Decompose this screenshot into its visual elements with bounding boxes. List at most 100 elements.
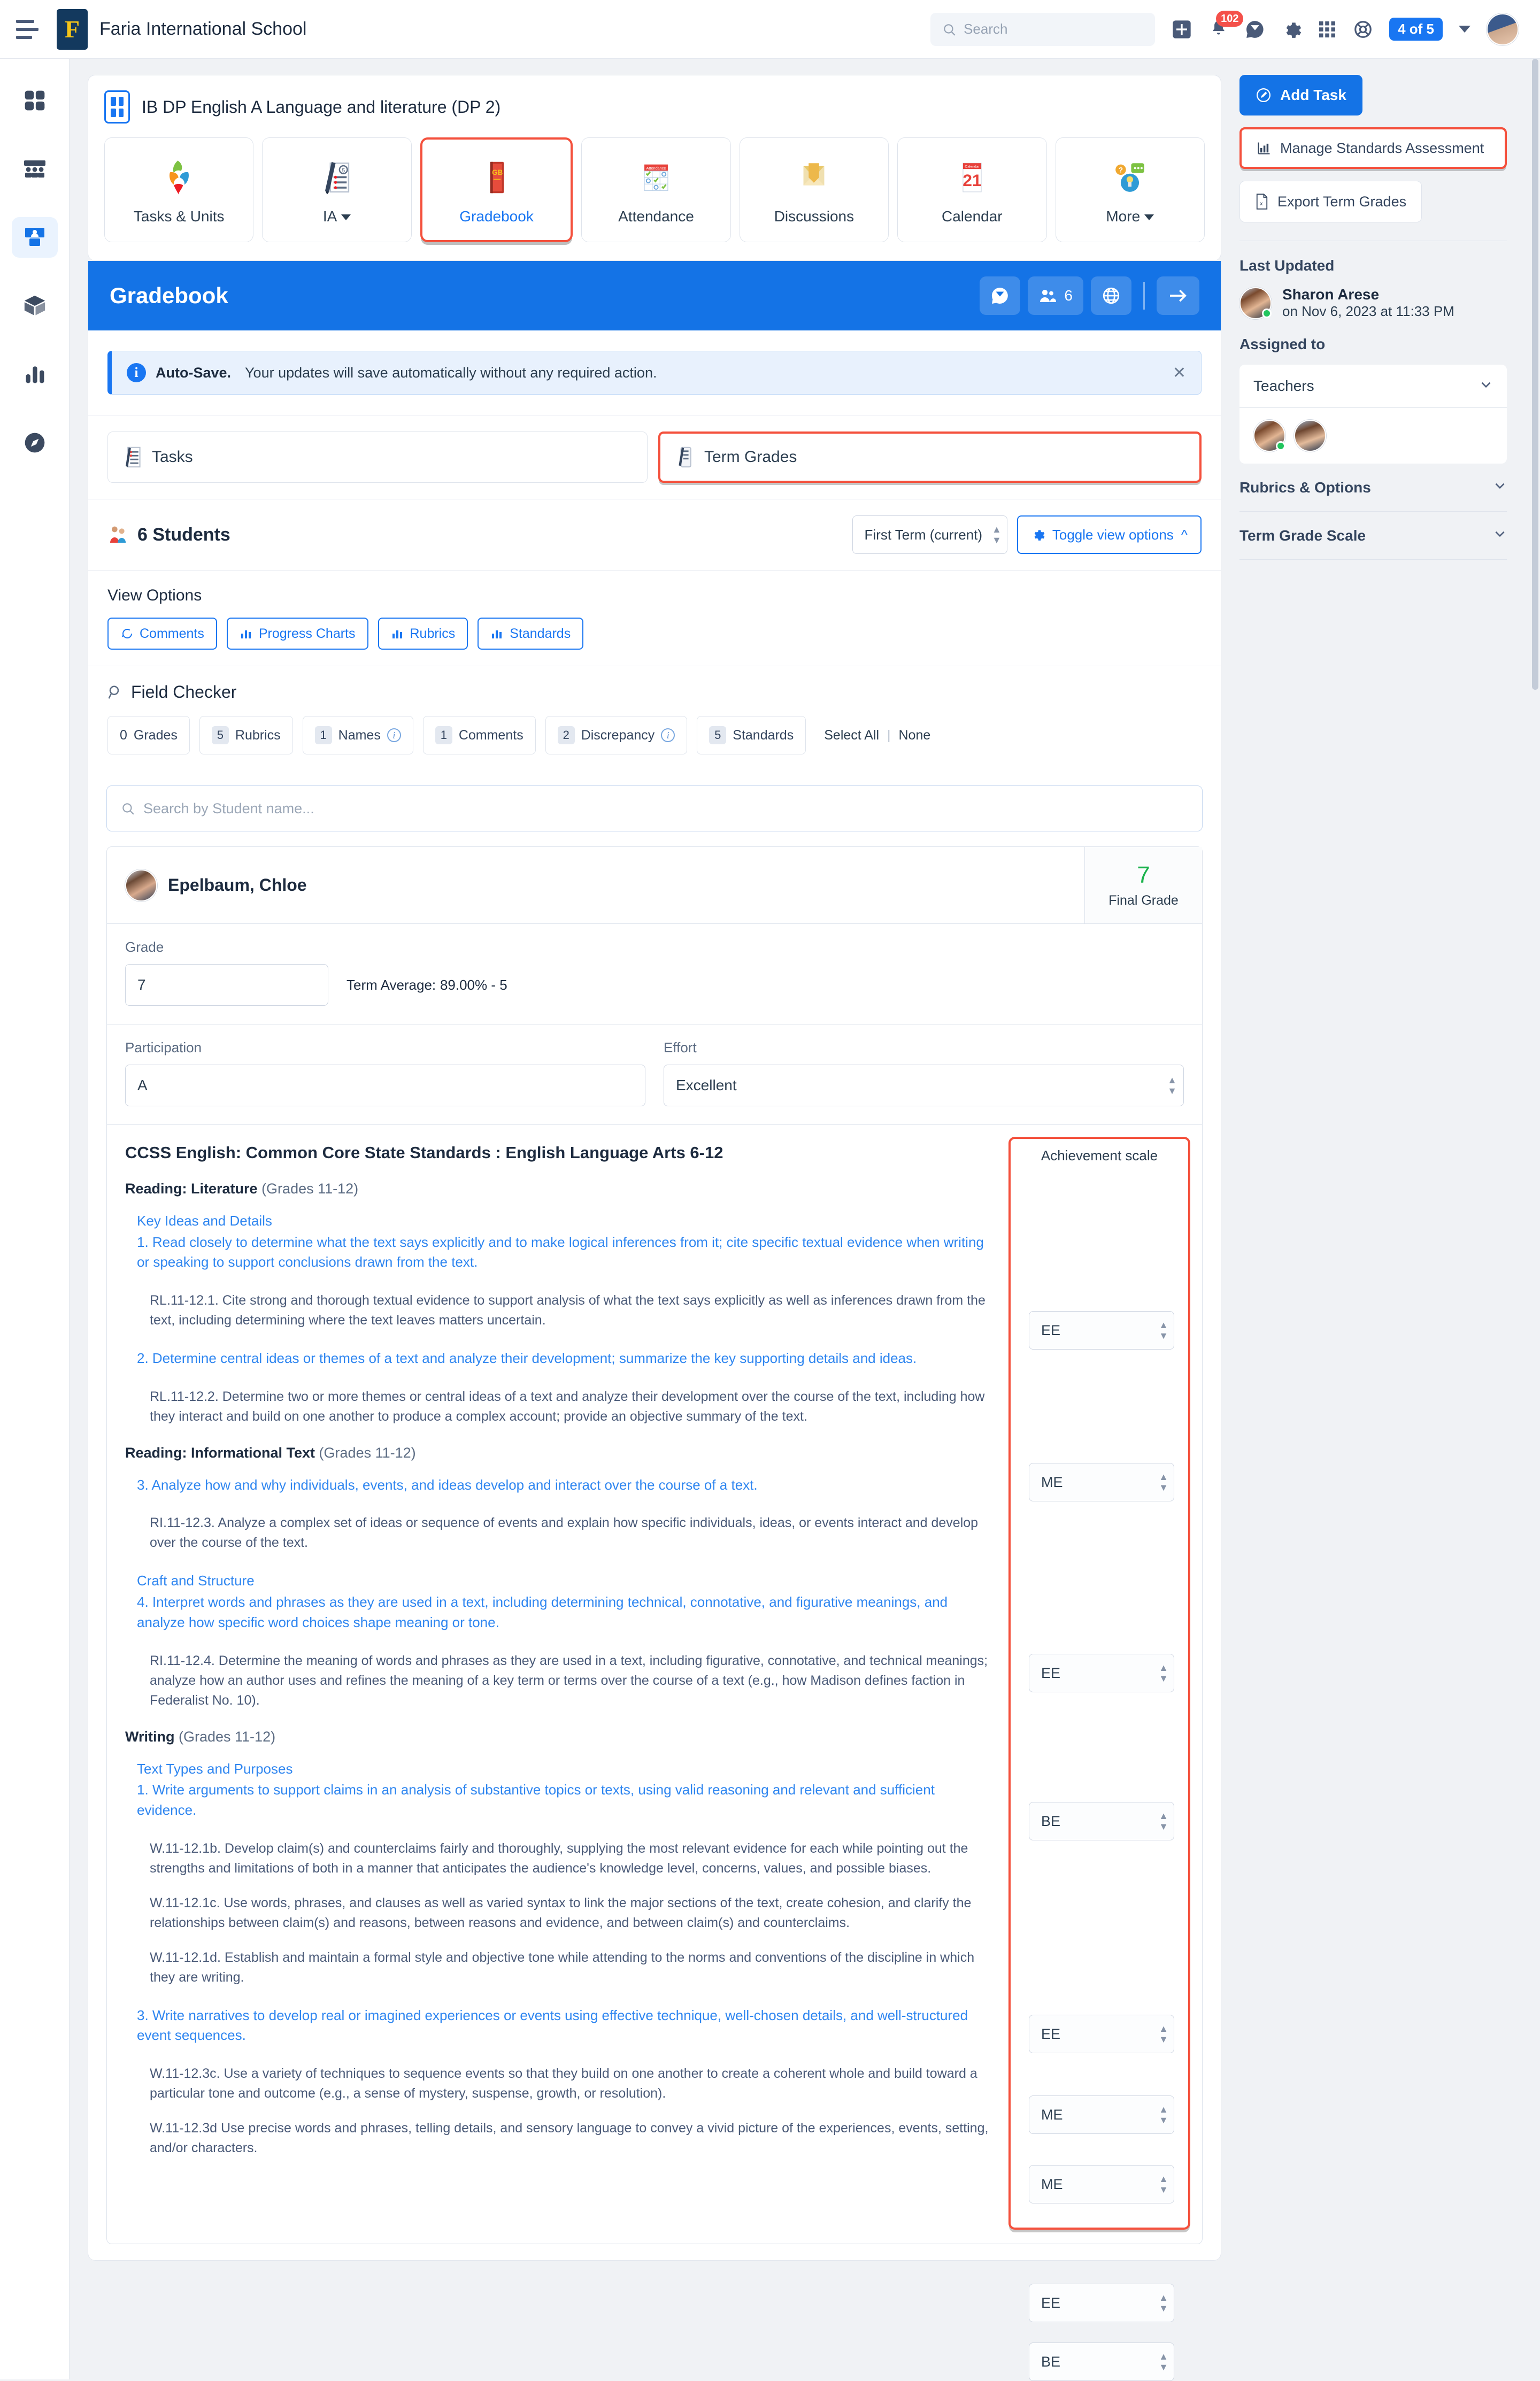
assigned-to-select[interactable]: Teachers — [1239, 365, 1507, 407]
gear-icon — [1031, 528, 1045, 542]
manage-standards-assessment-button[interactable]: Manage Standards Assessment — [1239, 127, 1507, 169]
achievement-select[interactable]: EE ▲▼ — [1029, 2015, 1174, 2053]
ia-icon: 5 — [316, 155, 358, 201]
students-row-actions: First Term (current) ▲▼ Toggle view opti… — [852, 515, 1202, 554]
course-grid-icon — [104, 90, 130, 124]
tab-calendar[interactable]: Calendar21 Calendar — [897, 137, 1046, 242]
subtab-label: Tasks — [152, 448, 193, 466]
avatar-wrapper[interactable] — [1253, 420, 1285, 452]
tab-tasks-units[interactable]: Tasks & Units — [104, 137, 253, 242]
global-search-input[interactable]: Search — [930, 13, 1155, 46]
effort-select[interactable]: Excellent ▲▼ — [664, 1065, 1184, 1106]
last-updated-name: Sharon Arese — [1282, 286, 1454, 303]
rubrics-options-accordion[interactable]: Rubrics & Options — [1239, 464, 1507, 512]
standard-sub: RL.11-12.2. Determine two or more themes… — [150, 1387, 990, 1427]
field-chip-rubrics[interactable]: 5 Rubrics — [199, 716, 293, 754]
toggle-view-options-label: Toggle view options — [1052, 527, 1174, 543]
stepper-icon: ▲▼ — [1159, 2353, 1168, 2371]
tab-attendance[interactable]: Attendance Attendance — [581, 137, 730, 242]
achievement-select[interactable]: EE ▲▼ — [1029, 2284, 1174, 2322]
apps-grid-icon[interactable] — [1318, 20, 1337, 39]
scrollbar-thumb[interactable] — [1532, 59, 1538, 690]
analytics-icon — [23, 363, 47, 386]
tab-discussions[interactable]: Discussions — [740, 137, 889, 242]
participation-input[interactable]: A — [125, 1065, 645, 1106]
account-switcher[interactable]: 4 of 5 — [1389, 18, 1443, 41]
chevron-down-icon — [341, 214, 351, 220]
subtab-term-grades[interactable]: Term Grades — [658, 431, 1202, 483]
avatar[interactable] — [1294, 420, 1326, 452]
svg-text:Attendance: Attendance — [646, 166, 666, 171]
students-icon — [107, 524, 129, 545]
gradebook-messages-button[interactable] — [980, 276, 1020, 315]
tab-label: IA — [323, 208, 337, 225]
export-term-grades-button[interactable]: x Export Term Grades — [1239, 181, 1422, 222]
toggle-view-options-button[interactable]: Toggle view options ^ — [1017, 515, 1202, 554]
gradebook-globe-button[interactable] — [1091, 276, 1131, 315]
tab-more[interactable]: ? More — [1056, 137, 1205, 242]
add-task-button[interactable]: Add Task — [1239, 75, 1362, 115]
achievement-scale-title: Achievement scale — [1011, 1139, 1188, 1164]
sidebar-item-explore[interactable] — [12, 422, 58, 463]
bell-icon[interactable]: 102 — [1208, 19, 1229, 40]
gear-icon[interactable] — [1281, 19, 1302, 40]
user-avatar[interactable] — [1487, 13, 1519, 45]
field-chip-discrepancy[interactable]: 2 Discrepancy i — [545, 716, 688, 754]
close-icon[interactable]: ✕ — [1173, 364, 1186, 382]
standard-anchor: 3. Write narratives to develop real or i… — [137, 2006, 990, 2046]
sidebar-item-analytics[interactable] — [12, 354, 58, 395]
view-option-standards[interactable]: Standards — [478, 618, 583, 650]
achievement-select[interactable]: ME ▲▼ — [1029, 2095, 1174, 2134]
student-search-input[interactable]: Search by Student name... — [106, 785, 1203, 831]
achievement-select[interactable]: EE ▲▼ — [1029, 1311, 1174, 1350]
view-option-rubrics[interactable]: Rubrics — [378, 618, 468, 650]
info-icon[interactable]: i — [387, 728, 401, 742]
messages-icon — [990, 286, 1010, 305]
content-area: IB DP English A Language and literature … — [70, 59, 1540, 2379]
student-identity[interactable]: Epelbaum, Chloe — [107, 847, 1084, 923]
gradebook-students-button[interactable]: 6 — [1028, 276, 1083, 315]
standard-sub: W.11-12.1c. Use words, phrases, and clau… — [150, 1893, 990, 1933]
tab-ia[interactable]: 5 IA — [262, 137, 411, 242]
achievement-select[interactable]: BE ▲▼ — [1029, 2343, 1174, 2381]
sidebar-item-resources[interactable] — [12, 286, 58, 326]
view-option-comments[interactable]: Comments — [107, 618, 217, 650]
page-title: IB DP English A Language and literature … — [142, 97, 500, 117]
menu-toggle-icon[interactable] — [16, 20, 41, 39]
search-placeholder-text: Search — [964, 21, 1007, 37]
page-scrollbar[interactable] — [1530, 59, 1540, 2379]
subtab-tasks[interactable]: Tasks — [107, 431, 648, 483]
sidebar-item-classes[interactable] — [12, 149, 58, 189]
standards-group-heading: Writing (Grades 11-12) — [125, 1729, 990, 1745]
chevron-down-icon[interactable] — [1459, 26, 1470, 33]
view-option-progress-charts[interactable]: Progress Charts — [227, 618, 368, 650]
field-chip-names[interactable]: 1 Names i — [303, 716, 413, 754]
select-none-link[interactable]: None — [898, 728, 930, 743]
achievement-select[interactable]: BE ▲▼ — [1029, 1802, 1174, 1840]
term-grade-scale-accordion[interactable]: Term Grade Scale — [1239, 512, 1507, 560]
assigned-to-label: Assigned to — [1239, 336, 1507, 353]
more-icon: ? — [1109, 155, 1151, 201]
tab-gradebook[interactable]: GB Gradebook — [420, 137, 573, 242]
field-chip-comments[interactable]: 1 Comments — [423, 716, 536, 754]
view-options-section: View Options Comments Progress Charts — [88, 570, 1221, 666]
grade-input[interactable]: 7 — [125, 964, 328, 1006]
info-icon[interactable]: i — [661, 728, 675, 742]
achievement-select[interactable]: EE ▲▼ — [1029, 1654, 1174, 1692]
messages-icon[interactable] — [1245, 19, 1265, 40]
tab-label: Gradebook — [459, 208, 534, 225]
lifebuoy-icon[interactable] — [1353, 19, 1373, 40]
gradebook-next-button[interactable] — [1157, 276, 1199, 315]
field-chip-grades[interactable]: 0 Grades — [107, 716, 190, 754]
select-all-link[interactable]: Select All — [824, 728, 879, 743]
standard-sub: RL.11-12.1. Cite strong and thorough tex… — [150, 1291, 990, 1330]
standard-anchor: 4. Interpret words and phrases as they a… — [137, 1592, 990, 1632]
achievement-select[interactable]: ME ▲▼ — [1029, 1463, 1174, 1501]
term-selector[interactable]: First Term (current) ▲▼ — [852, 515, 1007, 554]
sidebar-item-dashboard[interactable] — [12, 80, 58, 121]
add-icon[interactable] — [1171, 19, 1192, 40]
achievement-select[interactable]: ME ▲▼ — [1029, 2165, 1174, 2203]
field-chip-standards[interactable]: 5 Standards — [697, 716, 806, 754]
brand[interactable]: F Faria International School — [57, 9, 306, 50]
sidebar-item-teaching[interactable] — [12, 217, 58, 258]
